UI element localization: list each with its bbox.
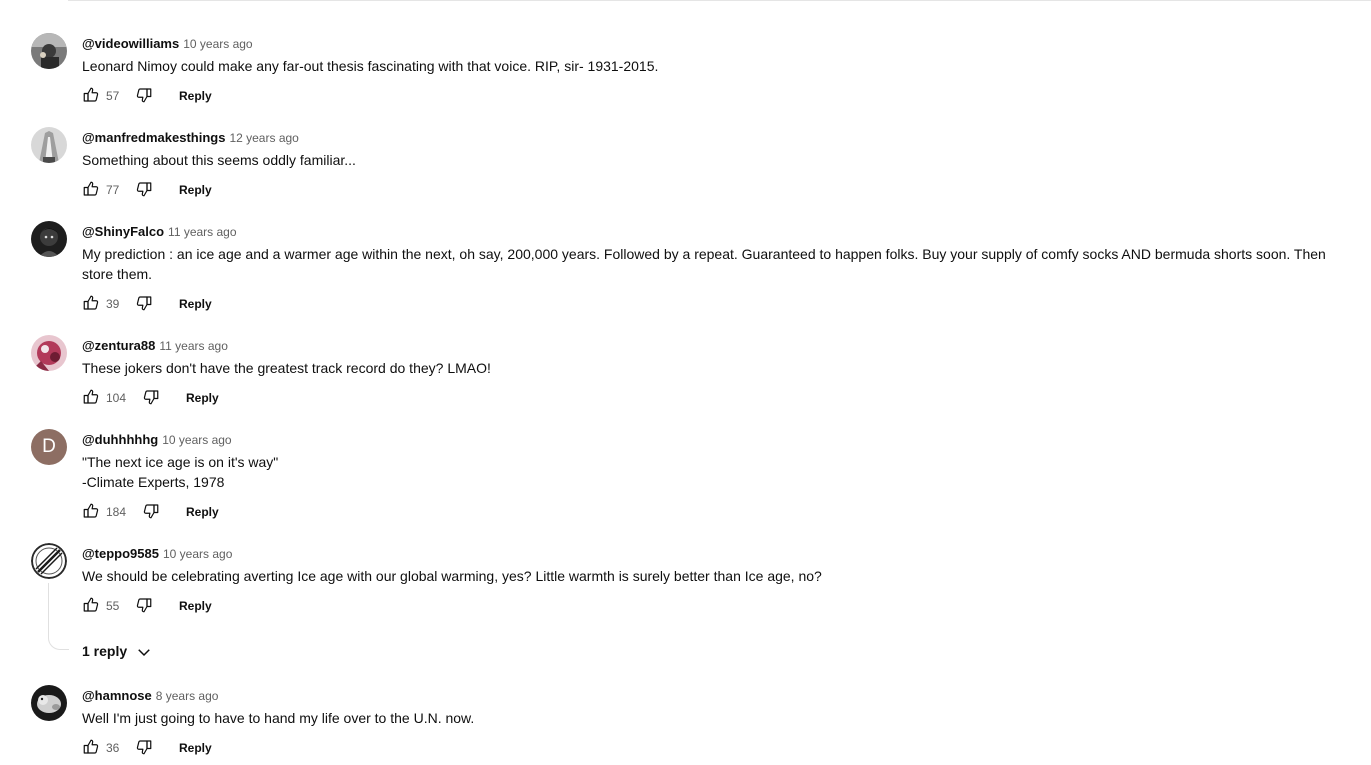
- thumb-up-icon[interactable]: [82, 180, 100, 198]
- like-count: 184: [106, 505, 127, 519]
- view-replies-button[interactable]: 1 reply: [82, 641, 153, 661]
- comment-text: These jokers don't have the greatest tra…: [82, 360, 491, 376]
- comment-author[interactable]: @hamnose: [82, 688, 152, 703]
- comment-text: Leonard Nimoy could make any far-out the…: [82, 58, 659, 74]
- thumb-up-icon[interactable]: [82, 738, 100, 756]
- reply-button[interactable]: Reply: [179, 740, 212, 756]
- reply-button[interactable]: Reply: [179, 88, 212, 104]
- thumb-down-icon[interactable]: [142, 388, 160, 406]
- thumb-up-icon[interactable]: [82, 502, 100, 520]
- avatar[interactable]: [31, 335, 67, 371]
- thumb-up-icon[interactable]: [82, 596, 100, 614]
- comment-author[interactable]: @ShinyFalco: [82, 224, 164, 239]
- comment-author[interactable]: @teppo9585: [82, 546, 159, 561]
- comment-text: Well I'm just going to have to hand my l…: [82, 710, 475, 726]
- comment-timestamp[interactable]: 8 years ago: [156, 689, 219, 703]
- avatar[interactable]: [31, 33, 67, 69]
- comment-timestamp[interactable]: 12 years ago: [229, 131, 298, 145]
- comment-author[interactable]: @zentura88: [82, 338, 155, 353]
- comment-timestamp[interactable]: 11 years ago: [168, 225, 237, 239]
- comment-text: Something about this seems oddly familia…: [82, 152, 356, 168]
- thumb-down-icon[interactable]: [135, 294, 153, 312]
- avatar[interactable]: [31, 685, 67, 721]
- like-count: 57: [106, 89, 120, 103]
- thumb-down-icon[interactable]: [135, 86, 153, 104]
- chevron-down-icon: [138, 649, 150, 657]
- avatar[interactable]: [31, 127, 67, 163]
- like-count: 77: [106, 183, 120, 197]
- like-count: 39: [106, 297, 120, 311]
- thumb-down-icon[interactable]: [135, 596, 153, 614]
- thumb-up-icon[interactable]: [82, 294, 100, 312]
- reply-button[interactable]: Reply: [186, 390, 219, 406]
- like-count: 104: [106, 391, 127, 405]
- comment-text: My prediction : an ice age and a warmer …: [82, 246, 1326, 282]
- thread-connector: [48, 583, 69, 650]
- thumb-down-icon[interactable]: [135, 738, 153, 756]
- thumb-up-icon[interactable]: [82, 86, 100, 104]
- like-count: 36: [106, 741, 120, 755]
- thumb-down-icon[interactable]: [135, 180, 153, 198]
- comment-timestamp[interactable]: 10 years ago: [183, 37, 252, 51]
- avatar[interactable]: D: [31, 429, 67, 465]
- reply-button[interactable]: Reply: [179, 598, 212, 614]
- reply-button[interactable]: Reply: [186, 504, 219, 520]
- avatar[interactable]: [31, 221, 67, 257]
- comment-text: "The next ice age is on it's way" -Clima…: [82, 454, 279, 490]
- thumb-up-icon[interactable]: [82, 388, 100, 406]
- divider: [68, 0, 1371, 1]
- thumb-down-icon[interactable]: [142, 502, 160, 520]
- comment-text: We should be celebrating averting Ice ag…: [82, 568, 822, 584]
- comment-author[interactable]: @manfredmakesthings: [82, 130, 225, 145]
- like-count: 55: [106, 599, 120, 613]
- avatar[interactable]: [31, 543, 67, 579]
- comment-timestamp[interactable]: 10 years ago: [162, 433, 231, 447]
- reply-button[interactable]: Reply: [179, 182, 212, 198]
- comment-timestamp[interactable]: 11 years ago: [159, 339, 228, 353]
- comment-author[interactable]: @videowilliams: [82, 36, 179, 51]
- replies-count-label: 1 reply: [82, 643, 128, 659]
- reply-button[interactable]: Reply: [179, 296, 212, 312]
- comment-timestamp[interactable]: 10 years ago: [163, 547, 232, 561]
- comment-author[interactable]: @duhhhhhg: [82, 432, 158, 447]
